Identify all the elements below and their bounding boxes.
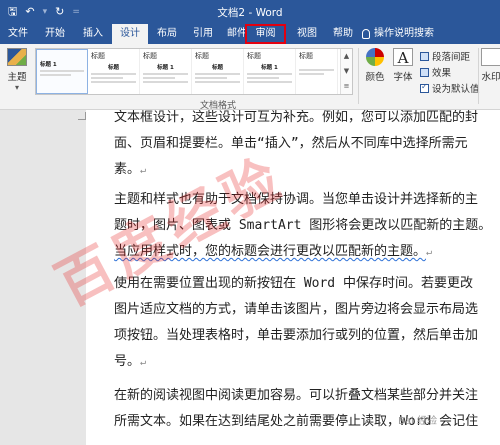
set-default-button[interactable]: 设为默认值 <box>420 81 480 95</box>
line-text: 在新的阅读视图中阅读更加容易。可以折叠文档某些部分并关注 <box>114 388 479 403</box>
document-line: 号。↵ <box>114 354 146 371</box>
margin-corner-mark <box>78 112 86 120</box>
line-text: 项按钮。当处理表格时，单击要添加行或列的位置，然后单击加 <box>114 328 479 343</box>
tab-view[interactable]: 视图 <box>290 24 324 44</box>
watermark-icon <box>481 48 500 66</box>
style-set-heading: 标题 <box>247 52 261 60</box>
tab-design[interactable]: 设计 <box>112 24 148 44</box>
document-line: 在新的阅读视图中阅读更加容易。可以折叠文档某些部分并关注 <box>114 388 478 404</box>
line-text: 面、页眉和提要栏。单击“插入”，然后从不同库中选择所需元 <box>114 136 468 151</box>
style-preview-line <box>143 73 188 75</box>
window-title: 文档2 - Word <box>217 7 283 19</box>
gallery-scroll[interactable]: ▲ ▼ ≡ <box>340 49 352 94</box>
check-icon <box>420 82 429 93</box>
themes-icon <box>7 48 27 66</box>
colors-icon <box>366 48 384 66</box>
tell-me-search[interactable]: 操作说明搜索 <box>362 24 434 44</box>
style-preview-line <box>143 81 188 83</box>
style-preview-line <box>91 81 136 83</box>
line-text: 号。 <box>114 354 141 369</box>
watermark-label: 水印 <box>481 72 500 83</box>
tab-review[interactable]: 审阅 <box>245 24 286 44</box>
line-text: 素。 <box>114 162 141 177</box>
document-line: 素。↵ <box>114 162 146 179</box>
chevron-down-icon: ▾ <box>14 83 19 92</box>
style-set-title: 标题 <box>107 65 119 71</box>
style-set-gallery: 标题 1 标题 标题 标题 标题 1 标题 标题 标题 标题 1 标题 ▲ ▼ … <box>35 48 353 95</box>
ribbon-tab-bar: 文件 开始 插入 设计 布局 引用 邮件 审阅 视图 帮助 操作说明搜索 <box>0 24 500 44</box>
tab-layout[interactable]: 布局 <box>150 24 184 44</box>
style-set-item[interactable]: 标题 标题 <box>88 49 140 94</box>
style-preview-line <box>40 70 84 72</box>
style-set-title: 标题 <box>211 65 223 71</box>
tab-file[interactable]: 文件 <box>2 24 34 44</box>
themes-label: 主题 <box>7 72 27 83</box>
paragraph-spacing-button[interactable]: 段落间距 <box>420 49 470 63</box>
document-line: 文本框设计，这些设计可互为补充。例如，您可以添加匹配的封 <box>114 110 478 126</box>
line-text: 使用在需要位置出现的新按钮在 Word 中保存时间。若要更改 <box>114 276 473 291</box>
style-set-item[interactable]: 标题 标题 1 <box>140 49 192 94</box>
style-set-title: 标题 1 <box>40 62 57 68</box>
tab-home[interactable]: 开始 <box>38 24 72 44</box>
colors-button[interactable]: 颜色 <box>362 48 388 83</box>
group-divider <box>478 48 479 104</box>
tab-help[interactable]: 帮助 <box>326 24 360 44</box>
effects-label: 效果 <box>432 68 452 79</box>
themes-button[interactable]: 主题 ▾ <box>4 48 30 92</box>
colors-label: 颜色 <box>365 72 385 83</box>
style-set-title: 标题 1 <box>157 65 174 71</box>
style-preview-line <box>299 73 324 75</box>
style-preview-line <box>195 73 240 75</box>
document-line: 项按钮。当处理表格时，单击要添加行或列的位置，然后单击加 <box>114 328 478 344</box>
style-set-heading: 标题 <box>299 52 313 60</box>
watermark-button[interactable]: 水印 <box>480 48 500 83</box>
tab-references[interactable]: 引用 <box>186 24 220 44</box>
style-preview-line <box>91 77 123 79</box>
style-preview-line <box>143 77 175 79</box>
style-set-heading: 标题 <box>195 52 209 60</box>
lightbulb-icon <box>362 29 370 39</box>
fonts-button[interactable]: A 字体 <box>390 48 416 83</box>
chevron-up-icon[interactable]: ▲ <box>341 49 352 64</box>
style-preview-line <box>91 73 136 75</box>
line-text: 文本框设计，这些设计可互为补充。例如，您可以添加匹配的封 <box>114 110 479 125</box>
style-set-heading: 标题 <box>91 52 105 60</box>
style-preview-line <box>195 77 227 79</box>
gallery-more-icon[interactable]: ≡ <box>341 79 352 94</box>
style-preview-line <box>247 77 279 79</box>
effects-icon <box>420 67 429 77</box>
style-preview-line <box>195 81 240 83</box>
style-set-heading: 标题 <box>143 52 157 60</box>
chevron-down-icon[interactable]: ▼ <box>341 64 352 79</box>
title-bar: 🖫 ↶ ▾ ↻ = 文档2 - Word <box>0 0 500 24</box>
style-preview-line <box>40 74 71 76</box>
baidu-jingyan-small-watermark: Bai 经验 <box>398 416 437 427</box>
style-preview-line <box>247 73 292 75</box>
style-set-item[interactable]: 标题 标题 1 <box>244 49 296 94</box>
style-set-title: 标题 1 <box>261 65 278 71</box>
ribbon-design: 主题 ▾ 标题 1 标题 标题 标题 标题 1 标题 标题 标题 标题 1 标题… <box>0 44 500 111</box>
style-set-item[interactable]: 标题 <box>296 49 338 94</box>
paragraph-spacing-label: 段落间距 <box>432 52 471 63</box>
paragraph-mark-icon: ↵ <box>140 165 147 176</box>
tell-me-label: 操作说明搜索 <box>374 28 434 39</box>
effects-button[interactable]: 效果 <box>420 65 451 79</box>
document-line: 使用在需要位置出现的新按钮在 Word 中保存时间。若要更改 <box>114 276 473 292</box>
document-line: 图片适应文档的方式，请单击该图片，图片旁边将会显示布局选 <box>114 302 478 318</box>
style-preview-line <box>247 81 292 83</box>
group-divider <box>358 48 359 104</box>
style-preview-line <box>299 69 334 71</box>
style-set-item[interactable]: 标题 标题 <box>192 49 244 94</box>
paragraph-mark-icon: ↵ <box>426 247 433 258</box>
set-default-label: 设为默认值 <box>432 84 480 95</box>
paragraph-mark-icon: ↵ <box>140 357 147 368</box>
tab-insert[interactable]: 插入 <box>76 24 110 44</box>
paragraph-spacing-icon <box>420 51 429 61</box>
line-text: 图片适应文档的方式，请单击该图片，图片旁边将会显示布局选 <box>114 302 479 317</box>
fonts-icon: A <box>393 48 413 67</box>
document-line: 面、页眉和提要栏。单击“插入”，然后从不同库中选择所需元 <box>114 136 468 152</box>
style-set-item[interactable]: 标题 1 <box>36 49 88 94</box>
fonts-label: 字体 <box>393 72 413 83</box>
